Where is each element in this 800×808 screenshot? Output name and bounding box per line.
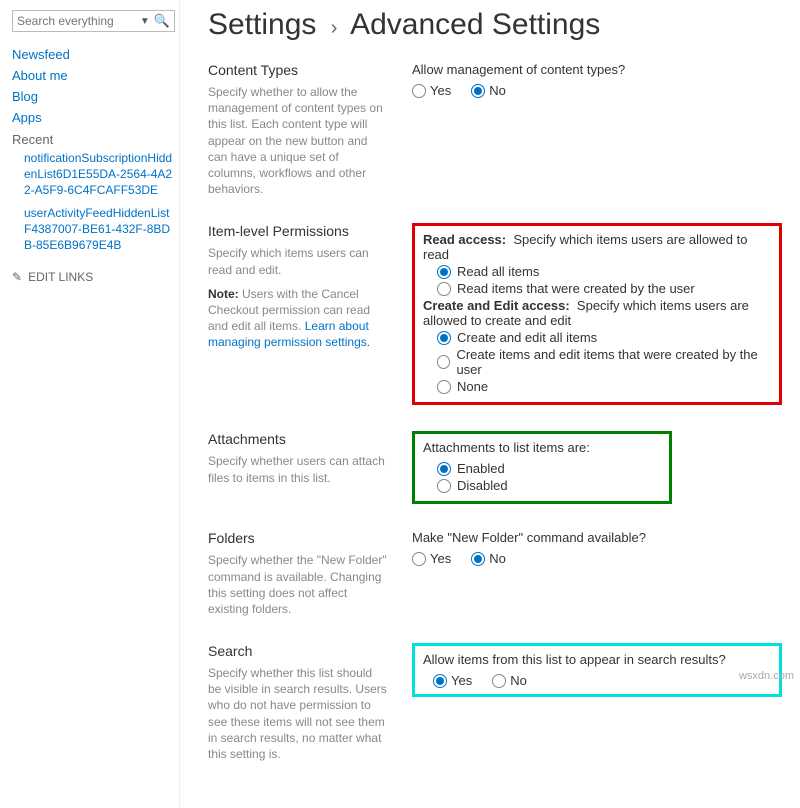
radio-none[interactable]: None: [423, 379, 771, 394]
radio-yes[interactable]: Yes: [412, 551, 451, 566]
question-label: Allow items from this list to appear in …: [423, 652, 771, 667]
page-title: Advanced Settings: [350, 8, 600, 41]
radio-read-own[interactable]: Read items that were created by the user: [437, 281, 771, 296]
radio-yes[interactable]: Yes: [412, 83, 451, 98]
recent-item[interactable]: userActivityFeedHiddenListF4387007-BE61-…: [12, 202, 175, 257]
edit-links-label: EDIT LINKS: [28, 270, 93, 284]
section-folders: Folders Specify whether the "New Folder"…: [208, 530, 782, 617]
section-permissions: Item-level Permissions Specify which ite…: [208, 223, 782, 405]
nav-blog[interactable]: Blog: [12, 86, 175, 107]
nav-apps[interactable]: Apps: [12, 107, 175, 128]
radio-create-all[interactable]: Create and edit all items: [437, 330, 771, 345]
section-desc: Specify whether users can attach files t…: [208, 453, 388, 485]
nav: Newsfeed About me Blog Apps Recent notif…: [12, 44, 175, 256]
radio-yes[interactable]: Yes: [433, 673, 472, 688]
radio-no[interactable]: No: [471, 551, 506, 566]
section-desc: Specify whether the "New Folder" command…: [208, 552, 388, 617]
question-label: Attachments to list items are:: [423, 440, 661, 455]
nav-about-me[interactable]: About me: [12, 65, 175, 86]
question-label: Make "New Folder" command available?: [412, 530, 782, 545]
radio-enabled[interactable]: Enabled: [437, 461, 661, 476]
highlight-box-search: Allow items from this list to appear in …: [412, 643, 782, 697]
highlight-box-permissions: Read access: Specify which items users a…: [412, 223, 782, 405]
main: Settings › Advanced Settings Content Typ…: [180, 0, 800, 808]
section-desc: Specify which items users can read and e…: [208, 245, 388, 277]
section-desc: Specify whether this list should be visi…: [208, 665, 388, 762]
search-input[interactable]: [17, 14, 136, 28]
nav-newsfeed[interactable]: Newsfeed: [12, 44, 175, 65]
recent-item[interactable]: notificationSubscriptionHiddenList6D1E55…: [12, 147, 175, 202]
section-search: Search Specify whether this list should …: [208, 643, 782, 762]
question-label: Allow management of content types?: [412, 62, 782, 77]
read-access-label: Read access:: [423, 232, 506, 247]
radio-no[interactable]: No: [492, 673, 527, 688]
radio-no[interactable]: No: [471, 83, 506, 98]
sidebar: ▼ 🔍 Newsfeed About me Blog Apps Recent n…: [0, 0, 180, 808]
section-title: Search: [208, 643, 388, 659]
search-box[interactable]: ▼ 🔍: [12, 10, 175, 32]
section-content-types: Content Types Specify whether to allow t…: [208, 62, 782, 197]
radio-read-all[interactable]: Read all items: [437, 264, 771, 279]
section-title: Attachments: [208, 431, 388, 447]
create-access-label: Create and Edit access:: [423, 298, 570, 313]
pencil-icon: ✎: [12, 270, 22, 284]
radio-disabled[interactable]: Disabled: [437, 478, 661, 493]
breadcrumb-root[interactable]: Settings: [208, 8, 316, 41]
watermark: wsxdn.com: [739, 670, 794, 682]
section-title: Content Types: [208, 62, 388, 78]
breadcrumb: Settings › Advanced Settings: [208, 8, 782, 42]
nav-recent-label: Recent: [12, 128, 175, 147]
chevron-right-icon: ›: [325, 17, 344, 39]
section-note: Note: Users with the Cancel Checkout per…: [208, 286, 388, 351]
edit-links[interactable]: ✎ EDIT LINKS: [12, 270, 175, 284]
chevron-down-icon[interactable]: ▼: [136, 16, 154, 27]
section-title: Folders: [208, 530, 388, 546]
section-title: Item-level Permissions: [208, 223, 388, 239]
section-attachments: Attachments Specify whether users can at…: [208, 431, 782, 504]
search-icon[interactable]: 🔍: [154, 13, 170, 29]
section-desc: Specify whether to allow the management …: [208, 84, 388, 197]
highlight-box-attachments: Attachments to list items are: Enabled D…: [412, 431, 672, 504]
radio-create-own[interactable]: Create items and edit items that were cr…: [437, 347, 771, 377]
